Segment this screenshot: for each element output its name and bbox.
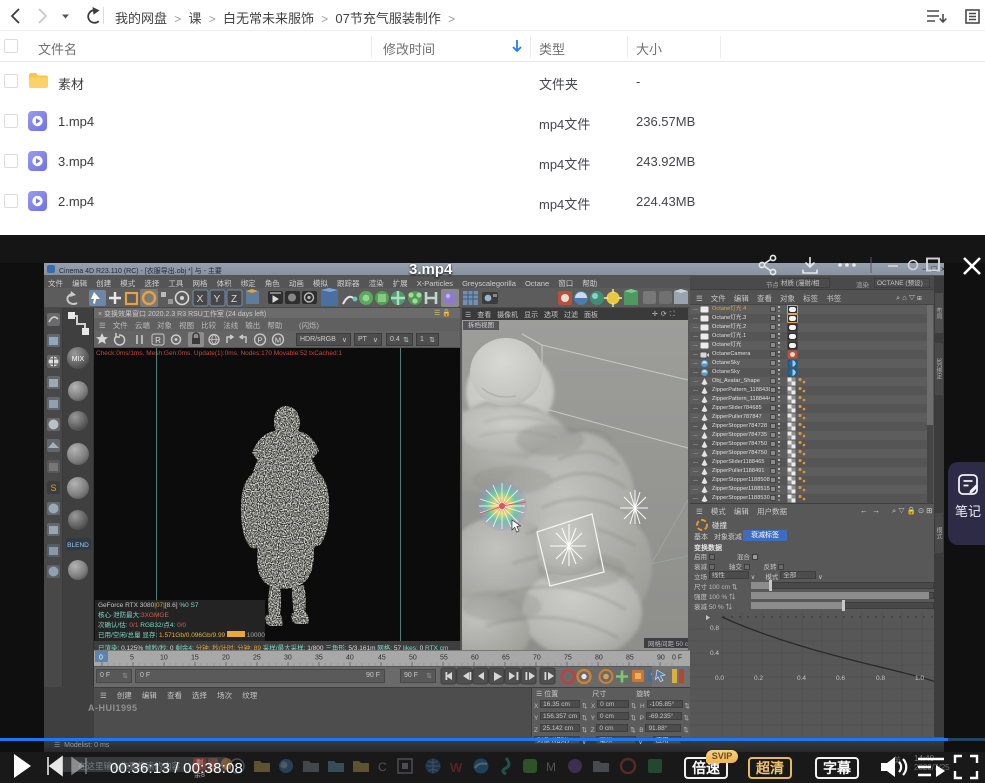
svg-text:65: 65 [502,655,510,662]
svg-text:Z: Z [231,294,237,305]
svg-text:0 F: 0 F [672,655,682,662]
svg-text:60: 60 [471,655,479,662]
svg-text:55: 55 [440,655,448,662]
svg-text:50: 50 [409,655,417,662]
svg-text:BLEND: BLEND [67,542,89,549]
svg-text:35: 35 [315,655,323,662]
svg-text:25: 25 [253,655,261,662]
svg-text:0.4: 0.4 [797,675,806,682]
svg-text:MIX: MIX [72,356,85,363]
svg-text:P: P [257,336,262,345]
svg-text:40: 40 [346,655,354,662]
svg-text:5: 5 [130,655,134,662]
svg-text:1.0: 1.0 [915,675,924,682]
svg-text:S: S [50,483,56,493]
svg-text:0.2: 0.2 [754,675,763,682]
svg-text:20: 20 [222,655,230,662]
svg-text:45: 45 [378,655,386,662]
svg-text:0.8: 0.8 [876,675,885,682]
svg-text:0.0: 0.0 [715,675,724,682]
svg-text:C: C [378,760,387,774]
svg-text:W: W [450,760,463,775]
svg-text:X: X [197,294,204,305]
svg-text:15: 15 [191,655,199,662]
svg-text:0.6: 0.6 [836,675,845,682]
svg-text:网格间距 50 cm: 网格间距 50 cm [648,639,688,648]
svg-text:90: 90 [657,655,665,662]
svg-text:M: M [546,760,556,774]
svg-text:10: 10 [160,655,168,662]
svg-text:80: 80 [595,655,603,662]
svg-text:0: 0 [99,655,103,662]
svg-text:70: 70 [533,655,541,662]
svg-text:85: 85 [626,655,634,662]
svg-text:Y: Y [214,294,221,305]
svg-text:M: M [275,336,281,345]
svg-text:0.8: 0.8 [710,625,719,632]
svg-text:0.4: 0.4 [710,650,719,657]
svg-text:30: 30 [284,655,292,662]
svg-text:R: R [155,336,161,345]
svg-text:75: 75 [564,655,572,662]
